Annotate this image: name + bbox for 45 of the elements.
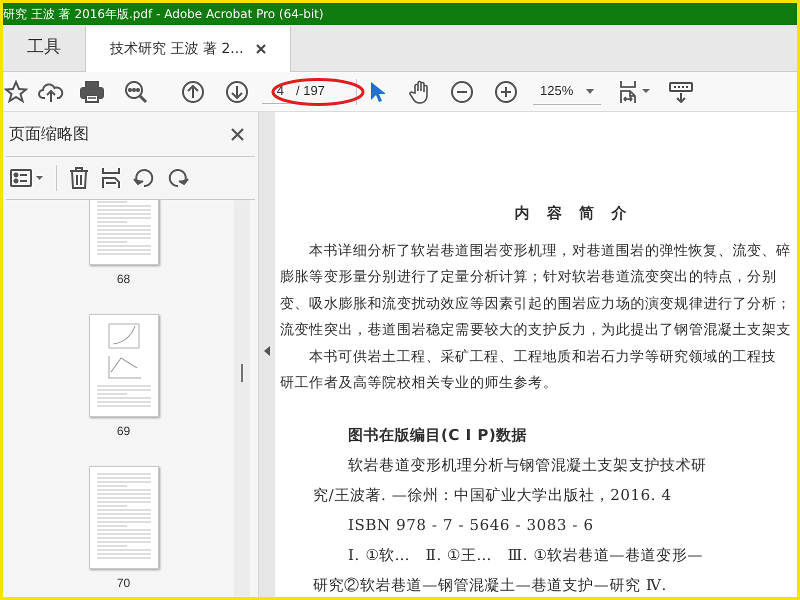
page-thumbnail[interactable] bbox=[88, 314, 158, 417]
paragraph-line: 究/王波著. —徐州：中国矿业大学出版社，2016. 4 bbox=[312, 485, 673, 506]
options-menu-icon[interactable] bbox=[10, 169, 44, 187]
paragraph-line: 软岩巷道变形机理分析与钢管混凝土支架支护技术研 bbox=[347, 455, 708, 476]
page-count: / 197 bbox=[296, 82, 325, 100]
arrow-up-circle-icon[interactable] bbox=[182, 80, 204, 102]
crop-page-icon[interactable] bbox=[101, 167, 121, 189]
paragraph-line: Ⅰ. ①软… Ⅱ. ①王… Ⅲ. ①软岩巷道—巷道变形— bbox=[347, 545, 704, 566]
heading: 图书在版编目(C I P)数据 bbox=[347, 424, 528, 446]
tab[interactable]: 技术研究 王波 著 2... bbox=[85, 26, 291, 72]
paragraph-line: 膨胀等变形量分别进行了定量分析计算；针对软岩巷道流变突出的特点，分别 bbox=[280, 268, 778, 287]
fit-page-icon[interactable] bbox=[619, 80, 653, 104]
heading: 内 容 简 介 bbox=[514, 203, 632, 224]
zoom-search-icon[interactable] bbox=[124, 80, 148, 104]
scroll-mode-icon[interactable] bbox=[669, 80, 693, 102]
paragraph-line: 流变性突出，巷道围岩稳定需要较大的支护反力，为此提出了钢管混凝土支架支 bbox=[280, 321, 792, 340]
rotate-right-icon[interactable] bbox=[167, 167, 189, 189]
trash-icon[interactable] bbox=[69, 167, 89, 189]
paragraph-line: 研究②软岩巷道—钢管混凝土—巷道支护—研究 Ⅳ. bbox=[312, 575, 668, 596]
sidebar-title: 页面缩略图 bbox=[9, 123, 89, 145]
page-number-field[interactable]: 4 bbox=[262, 81, 284, 101]
close-icon[interactable] bbox=[231, 128, 244, 140]
zoom-out-icon[interactable] bbox=[451, 80, 473, 102]
rotate-left-icon[interactable] bbox=[133, 167, 155, 189]
window-title: 研究 王波 著 2016年版.pdf - Adobe Acrobat Pro (64-bit) bbox=[3, 6, 324, 23]
pointer-icon[interactable] bbox=[369, 80, 385, 102]
page-label: 70 bbox=[116, 575, 130, 592]
zoom-dropdown[interactable]: 125% bbox=[533, 78, 601, 104]
arrow-down-circle-icon[interactable] bbox=[226, 80, 248, 102]
paragraph-line: 本书可供岩土工程、采矿工程、工程地质和岩石力学等研究领域的工程技 bbox=[308, 348, 778, 366]
star-icon[interactable] bbox=[4, 80, 28, 104]
collapse-arrow-icon[interactable] bbox=[264, 346, 270, 356]
paragraph-line: 变、吸水膨胀和流变扰动效应等因素引起的围岩应力场的演变规律进行了分析； bbox=[280, 294, 792, 314]
page-thumbnail[interactable] bbox=[88, 466, 158, 569]
paragraph-line: 本书详细分析了软岩巷道围岩变形机理，对巷道围岩的弹性恢复、流变、碎 bbox=[308, 242, 792, 260]
zoom-in-icon[interactable] bbox=[495, 80, 517, 102]
paragraph-line: ISBN 978 - 7 - 5646 - 3083 - 6 bbox=[347, 515, 595, 536]
caret-icon bbox=[586, 88, 594, 94]
print-icon[interactable] bbox=[80, 80, 104, 102]
scrollbar[interactable] bbox=[234, 200, 250, 597]
tab[interactable]: 工具 bbox=[3, 25, 85, 71]
paragraph-line: 研工作者及高等院校相关专业的师生参考。 bbox=[280, 374, 558, 393]
page-label: 69 bbox=[116, 423, 130, 440]
close-icon[interactable] bbox=[256, 44, 266, 54]
page-label: 68 bbox=[116, 271, 130, 288]
